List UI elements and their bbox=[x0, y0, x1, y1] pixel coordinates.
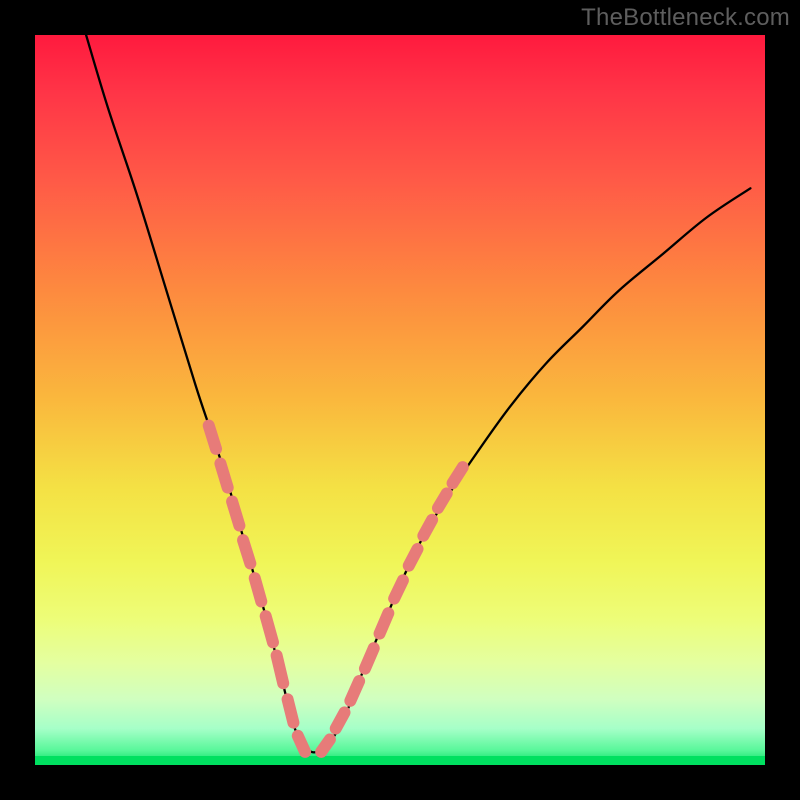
outer-frame: TheBottleneck.com bbox=[0, 0, 800, 800]
highlight-dash bbox=[266, 616, 273, 642]
highlight-dash bbox=[209, 426, 216, 449]
highlight-dash bbox=[336, 712, 345, 728]
highlight-dash bbox=[232, 501, 239, 525]
highlight-dash bbox=[380, 613, 389, 633]
highlight-dash bbox=[255, 578, 262, 601]
highlight-dash bbox=[220, 464, 227, 488]
highlight-dash bbox=[438, 493, 447, 508]
highlight-dash bbox=[321, 739, 330, 751]
highlight-dash bbox=[288, 699, 294, 722]
highlight-dash bbox=[409, 549, 418, 566]
plot-area bbox=[35, 35, 765, 765]
highlight-dash bbox=[423, 520, 432, 536]
curve-line bbox=[86, 35, 750, 752]
highlight-dash bbox=[394, 580, 403, 598]
highlight-dash bbox=[243, 540, 250, 563]
highlight-dash bbox=[365, 648, 374, 668]
watermark-text: TheBottleneck.com bbox=[581, 4, 790, 32]
highlight-dash bbox=[298, 736, 305, 752]
highlight-dash bbox=[453, 467, 463, 483]
highlight-dash bbox=[277, 656, 284, 684]
highlight-dash bbox=[350, 681, 359, 701]
chart-svg bbox=[35, 35, 765, 765]
